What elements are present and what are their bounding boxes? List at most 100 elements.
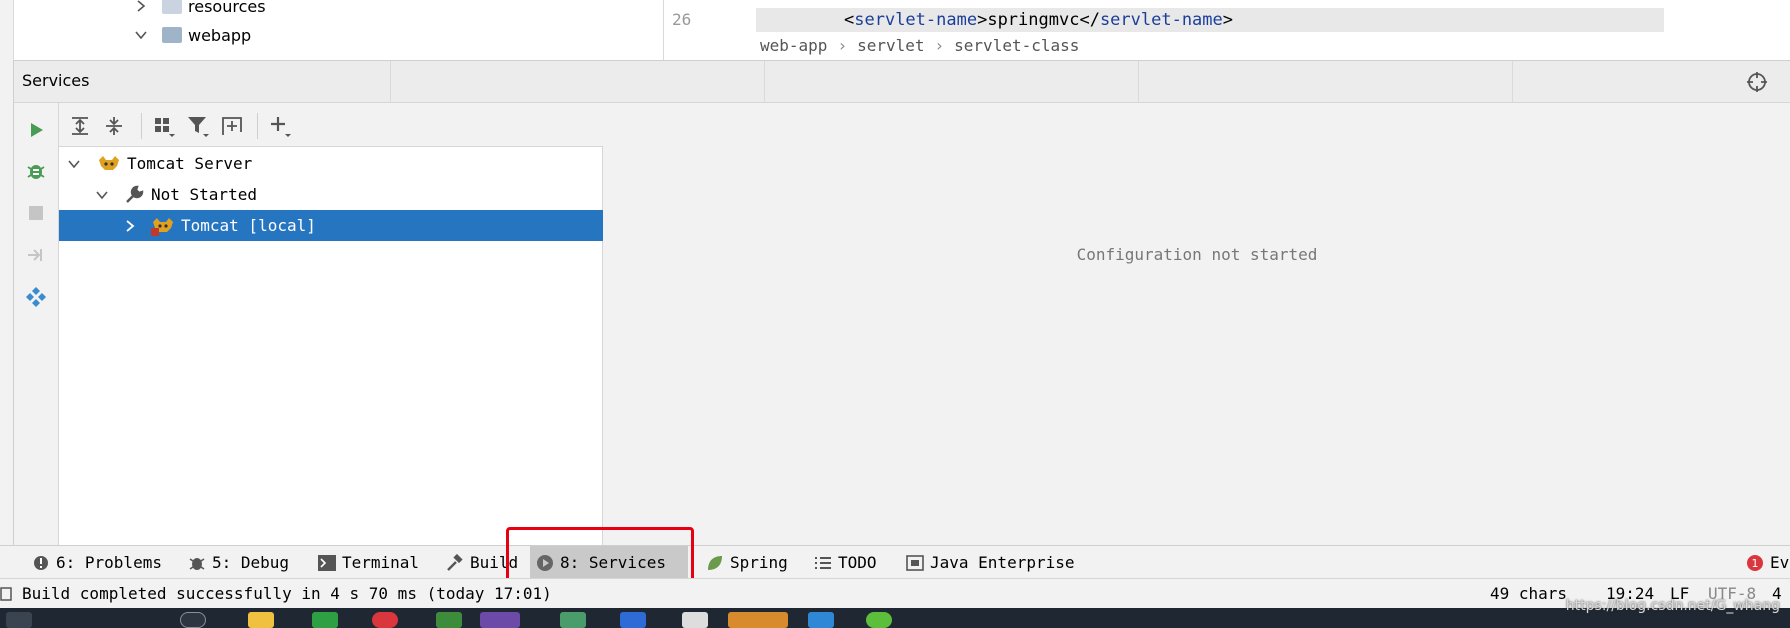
taskbar-notepad-icon[interactable] xyxy=(682,612,708,628)
tree-node-label: Not Started xyxy=(151,185,257,204)
taskbar-app-icon[interactable] xyxy=(560,612,586,628)
tool-window-terminal[interactable]: Terminal xyxy=(312,546,425,579)
tree-node-label: Tomcat [local] xyxy=(181,216,316,235)
tool-window-todo[interactable]: TODO xyxy=(808,546,883,579)
filter-button[interactable] xyxy=(185,113,211,139)
add-service-button[interactable] xyxy=(267,113,293,139)
tool-window-event-log[interactable]: 1 Ev xyxy=(1740,546,1790,579)
deploy-button[interactable] xyxy=(24,243,48,267)
artifacts-icon xyxy=(26,287,46,307)
taskbar-app-icon[interactable] xyxy=(866,612,892,628)
add-group-icon xyxy=(222,117,242,135)
taskbar-browser-icon[interactable] xyxy=(372,612,398,628)
chevron-right-icon[interactable] xyxy=(123,219,137,233)
code-gt: > xyxy=(977,10,988,30)
tool-window-label: Terminal xyxy=(342,553,420,572)
status-message[interactable]: Build completed successfully in 4 s 70 m… xyxy=(22,584,552,603)
status-chars: 49 chars xyxy=(1490,584,1568,603)
code-lt: < xyxy=(844,10,855,30)
tool-window-build[interactable]: Build xyxy=(440,546,524,579)
tool-window-spring[interactable]: Spring xyxy=(700,546,794,579)
services-tree[interactable]: Tomcat Server Not Started Tomcat [local] xyxy=(59,147,603,545)
tool-window-label: Ev xyxy=(1770,553,1790,572)
taskbar-folder-icon[interactable] xyxy=(248,612,274,628)
resources-folder-icon xyxy=(162,0,182,14)
tree-item-label: resources xyxy=(188,0,266,16)
tool-window-bar: 6: Problems 5: Debug Terminal Build 8: S… xyxy=(0,545,1790,579)
taskbar-app-icon[interactable] xyxy=(436,612,462,628)
tree-node-not-started[interactable]: Not Started xyxy=(59,179,603,210)
run-icon xyxy=(31,123,43,137)
taskbar-vscode-icon[interactable] xyxy=(808,612,834,628)
tool-window-label: 5: Debug xyxy=(212,553,290,572)
taskbar-start-icon[interactable] xyxy=(6,612,32,628)
toolbar-separator xyxy=(257,113,258,139)
tool-window-java-enterprise[interactable]: Java Enterprise xyxy=(900,546,1081,579)
empty-state-message: Configuration not started xyxy=(1076,245,1318,264)
group-by-icon xyxy=(155,118,175,137)
code-tag-open: servlet-name xyxy=(854,10,978,30)
services-title: Services xyxy=(22,71,90,90)
expand-all-button[interactable] xyxy=(67,113,93,139)
tomcat-icon xyxy=(151,217,173,236)
taskbar-app-icon[interactable] xyxy=(728,612,788,628)
line-number: 26 xyxy=(672,10,692,29)
hammer-icon xyxy=(446,553,464,572)
run-button[interactable] xyxy=(24,118,48,142)
status-bar: Build completed successfully in 4 s 70 m… xyxy=(0,578,1790,608)
taskbar-word-icon[interactable] xyxy=(620,612,646,628)
breadcrumb-item[interactable]: servlet-class xyxy=(954,36,1079,55)
group-by-button[interactable] xyxy=(151,113,177,139)
os-taskbar xyxy=(0,608,1790,628)
header-divider xyxy=(390,61,391,103)
chevron-down-icon[interactable] xyxy=(67,157,81,171)
tree-node-tomcat-server[interactable]: Tomcat Server xyxy=(59,148,603,179)
debug-button[interactable] xyxy=(24,159,48,183)
code-line[interactable]: <servlet-name>springmvc</servlet-name> xyxy=(844,10,1233,30)
tree-item-label: webapp xyxy=(188,25,252,45)
artifacts-button[interactable] xyxy=(24,285,48,309)
tool-window-label: 6: Problems xyxy=(56,553,162,572)
toolbar-separator xyxy=(141,113,142,139)
breadcrumb: web-app › servlet › servlet-class xyxy=(760,36,1079,55)
new-service-group-button[interactable] xyxy=(219,113,245,139)
taskbar-app-icon[interactable] xyxy=(312,612,338,628)
java-enterprise-icon xyxy=(906,554,924,572)
tree-node-label: Tomcat Server xyxy=(127,154,253,173)
code-value: springmvc xyxy=(987,10,1080,30)
debug-bug-icon xyxy=(27,165,45,179)
breadcrumb-separator-icon: › xyxy=(837,36,848,55)
breadcrumb-item[interactable]: web-app xyxy=(760,36,827,55)
watermark: https://blog.csdn.net/G_whang xyxy=(1565,598,1780,614)
tree-item-webapp[interactable]: webapp xyxy=(134,23,251,47)
tool-window-debug[interactable]: 5: Debug xyxy=(182,546,295,579)
bug-icon xyxy=(188,554,206,572)
event-log-icon: 1 xyxy=(1746,554,1764,572)
wrench-icon xyxy=(126,185,144,203)
event-log-badge: 1 xyxy=(1752,557,1759,570)
breadcrumb-item[interactable]: servlet xyxy=(857,36,924,55)
web-folder-icon xyxy=(162,27,182,43)
tree-item-resources[interactable]: resources xyxy=(134,0,266,18)
problems-icon xyxy=(32,554,50,572)
tool-window-label: 8: Services xyxy=(560,553,666,572)
chevron-right-icon[interactable] xyxy=(134,0,148,13)
filter-icon xyxy=(188,117,209,137)
locate-target-icon[interactable] xyxy=(1746,71,1768,93)
tool-window-label: Spring xyxy=(730,553,788,572)
stop-icon xyxy=(29,206,43,220)
tree-node-tomcat-local[interactable]: Tomcat [local] xyxy=(59,210,603,241)
left-tool-strip xyxy=(0,60,14,545)
status-toggle-icon[interactable] xyxy=(0,587,12,601)
chevron-down-icon[interactable] xyxy=(134,28,148,42)
tool-window-problems[interactable]: 6: Problems xyxy=(26,546,168,579)
chevron-down-icon[interactable] xyxy=(95,188,109,202)
taskbar-app-icon[interactable] xyxy=(180,612,206,628)
tool-window-services[interactable]: 8: Services xyxy=(530,546,688,579)
expand-all-icon xyxy=(72,117,88,135)
stop-button[interactable] xyxy=(24,201,48,225)
collapse-all-button[interactable] xyxy=(101,113,127,139)
taskbar-ide-icon[interactable] xyxy=(480,612,520,628)
code-tag-close: servlet-name xyxy=(1099,10,1223,30)
service-detail-panel: Configuration not started xyxy=(604,103,1790,545)
